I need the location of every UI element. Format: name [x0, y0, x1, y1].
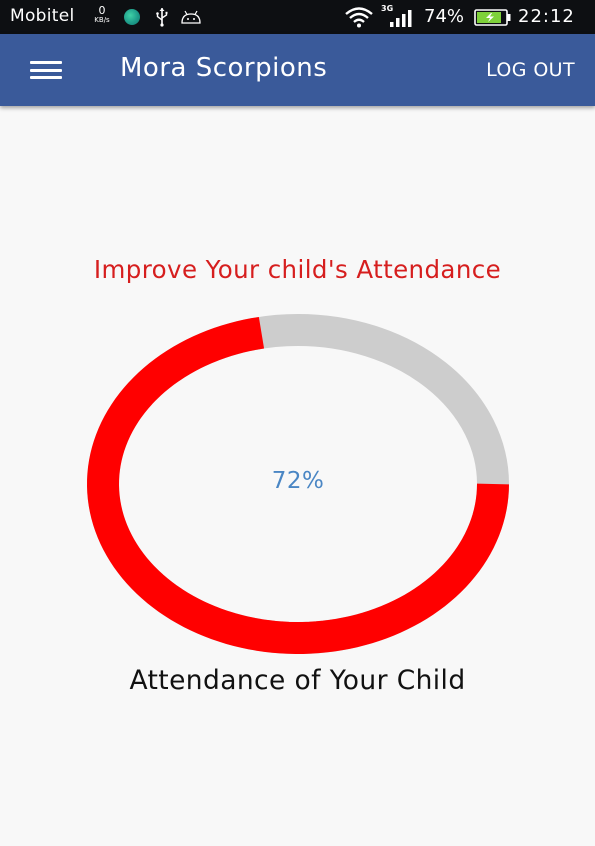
signal-icon	[390, 10, 412, 27]
usb-icon	[156, 8, 168, 27]
android-icon	[181, 10, 201, 24]
menu-button[interactable]	[24, 55, 68, 85]
attendance-ring: 72%	[86, 314, 510, 654]
app-title: Mora Scorpions	[120, 53, 328, 83]
net-speed-unit: KB/s	[94, 16, 110, 24]
battery-charging-icon	[474, 9, 511, 26]
net-speed-indicator: 0 KB/s	[89, 5, 115, 24]
attendance-caption: Attendance of Your Child	[129, 665, 466, 696]
globe-icon	[124, 9, 140, 25]
attendance-percent: 72%	[271, 468, 325, 494]
app-bar: Mora Scorpions LOG OUT	[0, 34, 595, 106]
wifi-icon	[345, 7, 373, 28]
carrier-name: Mobitel	[10, 6, 75, 26]
clock: 22:12	[518, 6, 575, 27]
attendance-headline: Improve Your child's Attendance	[93, 255, 502, 284]
battery-percent: 74%	[424, 6, 465, 27]
status-bar: Mobitel 0 KB/s 3G 74% 22:12	[0, 0, 595, 34]
logout-button[interactable]: LOG OUT	[486, 59, 575, 81]
net-speed-value: 0	[98, 4, 106, 17]
